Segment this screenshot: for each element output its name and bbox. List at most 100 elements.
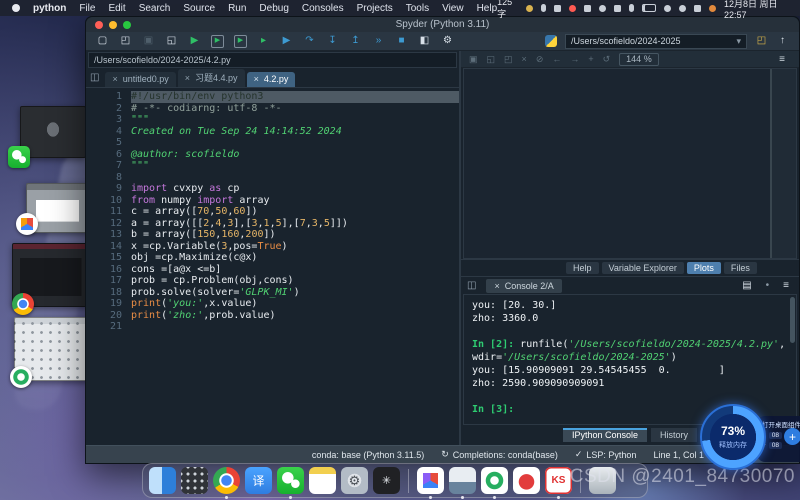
close-icon[interactable]: × [254, 74, 259, 84]
maximize-pane-icon[interactable]: ◧ [418, 35, 431, 48]
pane-tab-help[interactable]: Help [566, 262, 599, 274]
dock-app-apple-red[interactable] [513, 467, 540, 494]
stop-debug-icon[interactable]: ■ [395, 35, 408, 48]
menu-item-debug[interactable]: Debug [259, 3, 288, 14]
debug-file-icon[interactable]: ▶ [280, 35, 293, 48]
input-method-indicator[interactable]: 125字 [497, 0, 518, 20]
step-out-icon[interactable]: ↥ [349, 35, 362, 48]
dock-settings[interactable]: ⚙ [341, 467, 368, 494]
apple-menu-icon[interactable] [12, 4, 20, 12]
pane-tab-files[interactable]: Files [724, 262, 757, 274]
next-plot-icon[interactable]: → [570, 54, 579, 64]
menu-item-projects[interactable]: Projects [357, 3, 393, 14]
editor-tab-4.2.py[interactable]: ×4.2.py [247, 72, 296, 87]
previous-plot-icon[interactable]: ← [552, 54, 561, 64]
completions-status[interactable]: ↻Completions: conda(base) [441, 449, 558, 460]
copy-plot-icon[interactable]: ◰ [504, 54, 513, 65]
stage-manager-icon[interactable] [614, 5, 621, 12]
new-file-icon[interactable]: ▢ [96, 35, 109, 48]
menu-item-source[interactable]: Source [183, 3, 215, 14]
menu-item-search[interactable]: Search [139, 3, 171, 14]
run-file-icon[interactable]: ▶ [188, 35, 201, 48]
record-state-icon[interactable]: • [766, 280, 770, 291]
browse-directory-icon[interactable]: ◰ [755, 35, 768, 48]
continue-execution-icon[interactable]: » [372, 35, 385, 48]
run-cell-icon[interactable]: ▶ [211, 35, 224, 48]
menu-item-file[interactable]: File [79, 3, 95, 14]
dock-app-blue[interactable] [417, 467, 444, 494]
keyboard-icon[interactable] [554, 5, 561, 12]
step-over-icon[interactable]: ↷ [303, 35, 316, 48]
menu-item-run[interactable]: Run [228, 3, 246, 14]
dock-app-ks[interactable]: KS [545, 467, 572, 494]
menu-item-tools[interactable]: Tools [406, 3, 429, 14]
close-icon[interactable]: × [185, 73, 190, 83]
emoji-picker-icon[interactable] [526, 5, 533, 12]
dock-finder[interactable] [149, 467, 176, 494]
editor-tab-习题4.4.py[interactable]: ×习题4.4.py [178, 69, 245, 87]
paste-icon[interactable]: ▤ [742, 280, 751, 291]
minimized-launcher-window-app-badge[interactable] [10, 366, 32, 388]
step-into-icon[interactable]: ↧ [326, 35, 339, 48]
app-menu-python[interactable]: python [33, 3, 66, 14]
minimized-wechat-window-app-badge[interactable] [8, 146, 30, 168]
dock-passwords[interactable]: ✳ [373, 467, 400, 494]
save-plot-icon[interactable]: ▣ [469, 54, 478, 65]
add-widget-button[interactable]: + [784, 428, 800, 445]
working-directory-select[interactable]: /Users/scofieldo/2024-2025 ▾ [565, 34, 747, 49]
interpreter-status[interactable]: conda: base (Python 3.11.5) [312, 450, 424, 460]
open-file-icon[interactable]: ◰ [119, 35, 132, 48]
display-icon[interactable] [694, 5, 701, 12]
menu-item-edit[interactable]: Edit [108, 3, 125, 14]
console-scrollbar[interactable] [790, 297, 795, 343]
menu-item-view[interactable]: View [442, 3, 464, 14]
menu-bar-clock[interactable]: 12月8日 周日 22:57 [724, 0, 792, 20]
close-window-button[interactable] [95, 21, 103, 29]
bluetooth-icon[interactable] [629, 4, 634, 12]
screen-record-icon[interactable] [569, 5, 576, 12]
save-file-icon[interactable]: ▣ [142, 35, 155, 48]
pane-tab-variable-explorer[interactable]: Variable Explorer [602, 262, 684, 274]
cursor-position[interactable]: Line 1, Col 1 [653, 450, 704, 460]
shapes-icon[interactable] [584, 5, 591, 12]
plots-options-icon[interactable]: ≡ [773, 53, 791, 66]
console-browse-tabs-icon[interactable]: ◫ [467, 280, 476, 291]
paw-icon[interactable] [599, 5, 606, 12]
run-selection-icon[interactable]: ▸ [257, 35, 270, 48]
mic-icon[interactable] [541, 4, 546, 12]
run-cell-advance-icon[interactable]: ▶ [234, 35, 247, 48]
zoom-window-button[interactable] [123, 21, 131, 29]
minimize-window-button[interactable] [109, 21, 117, 29]
pane-tab-plots[interactable]: Plots [687, 262, 721, 274]
save-all-icon[interactable]: ◱ [165, 35, 178, 48]
save-all-plots-icon[interactable]: ◱ [487, 54, 496, 65]
browse-tabs-icon[interactable]: ◫ [90, 72, 99, 83]
menu-item-help[interactable]: Help [477, 3, 498, 14]
remove-plot-icon[interactable]: × [522, 54, 527, 64]
dock-chrome[interactable] [213, 467, 240, 494]
dock-launchpad[interactable] [181, 467, 208, 494]
zoom-in-icon[interactable]: + [588, 54, 593, 64]
flag-icon[interactable] [709, 5, 716, 12]
preferences-icon[interactable]: ⚙ [441, 35, 454, 48]
parent-directory-icon[interactable]: ↑ [776, 35, 789, 48]
close-icon[interactable]: × [494, 281, 499, 291]
console-tab[interactable]: × Console 2/A [486, 279, 561, 293]
dock-wechat[interactable] [277, 467, 304, 494]
memory-gauge[interactable]: 73% 释放内存 [700, 404, 766, 470]
close-icon[interactable]: × [112, 74, 117, 84]
dock-app-photo[interactable] [449, 467, 476, 494]
remove-all-plots-icon[interactable]: ⊘ [536, 54, 544, 65]
menu-item-consoles[interactable]: Consoles [302, 3, 344, 14]
lsp-status[interactable]: ✓LSP: Python [575, 449, 637, 460]
search-icon[interactable] [679, 5, 686, 12]
tab-ipython-console[interactable]: IPython Console [563, 428, 647, 442]
minimized-dialog-window-app-badge[interactable] [16, 213, 38, 235]
tab-history[interactable]: History [651, 428, 697, 442]
minimized-browser-window-app-badge[interactable] [12, 293, 34, 315]
dock-notes[interactable] [309, 467, 336, 494]
battery-icon[interactable] [642, 4, 656, 12]
zoom-out-icon[interactable]: ↺ [603, 54, 611, 65]
dock-translate[interactable]: 译 [245, 467, 272, 494]
ipython-console-output[interactable]: you: [20. 30.]zho: 3360.0In [2]: runfile… [463, 294, 797, 425]
